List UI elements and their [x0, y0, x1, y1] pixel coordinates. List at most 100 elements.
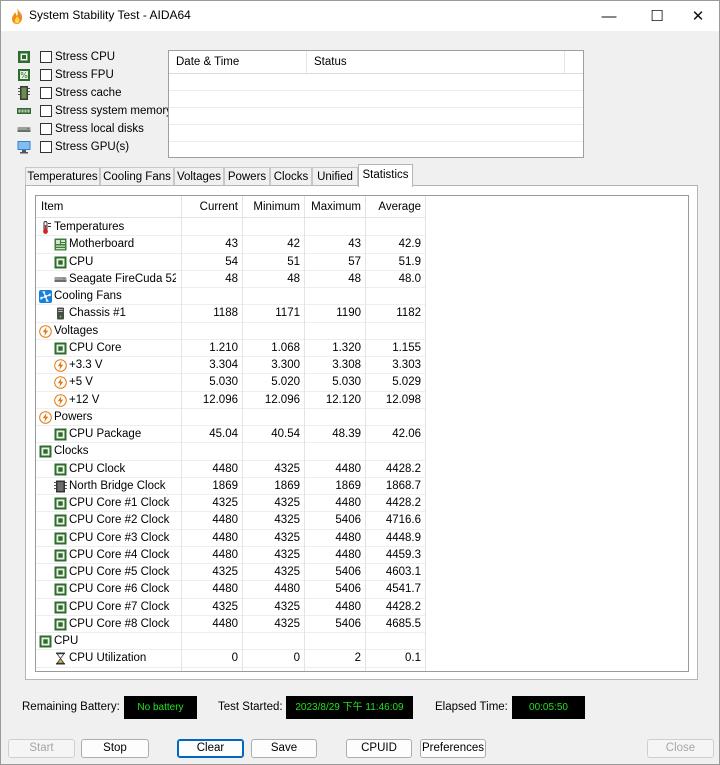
stress-disks-checkbox[interactable] — [40, 123, 52, 135]
test-log-list[interactable]: Date & Time Status — [168, 50, 584, 158]
tab-unified[interactable]: Unified — [312, 167, 358, 186]
statistics-row[interactable]: CPU Core #8 Clock 4480 4325 5406 4685.5 — [36, 616, 426, 633]
current-value: 4480 — [212, 583, 238, 596]
statistics-group-row[interactable]: Temperatures — [36, 219, 426, 237]
log-column-date-time[interactable]: Date & Time — [169, 51, 307, 73]
minimum-value: 4325 — [274, 566, 300, 578]
log-column-status[interactable]: Status — [307, 51, 565, 73]
stress-cache-option[interactable]: Stress cache — [17, 85, 177, 101]
statistics-row[interactable]: CPU Core #4 Clock 4480 4325 4480 4459.3 — [36, 547, 426, 564]
item-label: CPU Utilization — [69, 652, 147, 665]
stress-disks-option[interactable]: Stress local disks — [17, 121, 177, 137]
statistics-row[interactable]: CPU Core #5 Clock 4325 4325 5406 4603.1 — [36, 564, 426, 582]
statistics-group-row[interactable]: Voltages — [36, 323, 426, 340]
average-value: 1868.7 — [385, 479, 421, 492]
maximum-value: 5.030 — [332, 376, 361, 389]
current-value: 4325 — [212, 497, 238, 509]
minimum-value: 5.020 — [271, 376, 300, 389]
tab-statistics[interactable]: Statistics — [358, 164, 413, 187]
save-button[interactable]: Save — [251, 739, 317, 758]
column-maximum[interactable]: Maximum — [306, 196, 361, 218]
clear-button[interactable]: Clear — [177, 739, 244, 758]
stress-cache-checkbox[interactable] — [40, 87, 52, 99]
statistics-row[interactable]: CPU Core #3 Clock 4480 4325 4480 4448.9 — [36, 530, 426, 547]
stress-cpu-checkbox[interactable] — [40, 51, 52, 63]
close-window-button[interactable]: ✕ — [675, 1, 720, 31]
maximize-button[interactable]: ☐ — [634, 1, 680, 31]
item-label: Voltages — [54, 324, 99, 337]
average-value: 4716.6 — [385, 514, 421, 527]
cpu-chip-icon — [54, 549, 67, 562]
average-value: 4428.2 — [385, 497, 421, 509]
maximum-value: 5406 — [335, 566, 361, 578]
stress-fpu-checkbox[interactable] — [40, 69, 52, 81]
cpuid-button[interactable]: CPUID — [346, 739, 412, 758]
statistics-grid[interactable]: Item Current Minimum Maximum Average Tem… — [35, 195, 689, 672]
statistics-row[interactable]: CPU Clock 4480 4325 4480 4428.2 — [36, 461, 426, 478]
stress-memory-checkbox[interactable] — [40, 105, 52, 117]
tab-temperatures[interactable]: Temperatures — [25, 167, 100, 186]
preferences-button[interactable]: Preferences — [420, 739, 486, 758]
statistics-row[interactable]: +5 V 5.030 5.020 5.030 5.029 — [36, 374, 426, 392]
stop-button[interactable]: Stop — [81, 739, 149, 758]
tab-cooling-fans[interactable]: Cooling Fans — [100, 167, 174, 186]
column-average[interactable]: Average — [367, 196, 421, 218]
maximum-value: 57 — [348, 255, 361, 268]
cpu-chip-icon — [54, 428, 67, 441]
current-value: 4480 — [212, 462, 238, 475]
statistics-row[interactable]: CPU 54 51 57 51.9 — [36, 254, 426, 271]
maximum-value: 48.39 — [332, 428, 361, 440]
tab-clocks[interactable]: Clocks — [270, 167, 312, 186]
minimum-value: 48 — [287, 272, 300, 285]
chassis-icon — [57, 307, 64, 320]
stress-fpu-option[interactable]: % Stress FPU — [17, 67, 177, 83]
elapsed-time-value: 00:05:50 — [512, 696, 585, 719]
current-value: 5.030 — [209, 376, 238, 389]
statistics-row[interactable]: North Bridge Clock 1869 1869 1869 1868.7 — [36, 478, 426, 495]
stress-gpu-label: Stress GPU(s) — [55, 141, 130, 153]
statistics-row[interactable]: CPU Core 1.210 1.068 1.320 1.155 — [36, 340, 426, 357]
statistics-group-row[interactable]: Powers — [36, 409, 426, 426]
stress-memory-option[interactable]: Stress system memory — [17, 103, 177, 119]
start-button[interactable]: Start — [8, 739, 75, 758]
close-button[interactable]: Close — [647, 739, 714, 758]
statistics-row[interactable]: CPU Package 45.04 40.54 48.39 42.06 — [36, 426, 426, 444]
item-label: Seagate FireCuda 52... — [69, 272, 176, 285]
statistics-group-row[interactable]: CPU — [36, 633, 426, 651]
tab-voltages[interactable]: Voltages — [174, 167, 224, 186]
statistics-group-row[interactable]: Clocks — [36, 443, 426, 461]
log-divider — [169, 90, 583, 91]
statistics-row[interactable]: CPU Core #1 Clock 4325 4325 4480 4428.2 — [36, 495, 426, 513]
minimum-value: 4325 — [274, 514, 300, 527]
minimize-button[interactable]: — — [586, 1, 632, 31]
statistics-row[interactable]: Seagate FireCuda 52... 48 48 48 48.0 — [36, 271, 426, 288]
column-minimum[interactable]: Minimum — [244, 196, 300, 218]
current-value: 45.04 — [209, 428, 238, 440]
statistics-row[interactable]: Motherboard 43 42 43 42.9 — [36, 236, 426, 254]
tab-powers[interactable]: Powers — [224, 167, 270, 186]
average-value: 42.9 — [398, 238, 421, 251]
statistics-row[interactable]: CPU Core #6 Clock 4480 4480 5406 4541.7 — [36, 581, 426, 599]
cpu-chip-icon — [18, 51, 30, 63]
stress-cpu-option[interactable]: Stress CPU — [17, 49, 177, 65]
stress-gpu-checkbox[interactable] — [40, 141, 52, 153]
minimum-value: 4325 — [274, 497, 300, 509]
current-value: 3.304 — [209, 359, 238, 371]
column-divider — [365, 196, 366, 671]
statistics-row[interactable]: CPU Utilization 0 0 2 0.1 — [36, 650, 426, 668]
minimum-value: 1869 — [274, 479, 300, 492]
current-value: 4480 — [212, 617, 238, 630]
thermometer-icon — [43, 221, 51, 234]
maximum-value: 48 — [348, 272, 361, 285]
stress-gpu-option[interactable]: Stress GPU(s) — [17, 139, 177, 155]
statistics-row[interactable]: +3.3 V 3.304 3.300 3.308 3.303 — [36, 357, 426, 375]
statistics-row[interactable]: +12 V 12.096 12.096 12.120 12.098 — [36, 392, 426, 409]
current-value: 12.096 — [202, 393, 238, 406]
statistics-row[interactable]: CPU Core #2 Clock 4480 4325 5406 4716.6 — [36, 512, 426, 530]
column-item[interactable]: Item — [41, 196, 171, 218]
statistics-row[interactable]: CPU Core #7 Clock 4325 4325 4480 4428.2 — [36, 599, 426, 616]
statistics-group-row[interactable]: Cooling Fans — [36, 288, 426, 306]
column-current[interactable]: Current — [183, 196, 238, 218]
maximum-value: 4480 — [335, 462, 361, 475]
statistics-row[interactable]: Chassis #1 1188 1171 1190 1182 — [36, 305, 426, 323]
